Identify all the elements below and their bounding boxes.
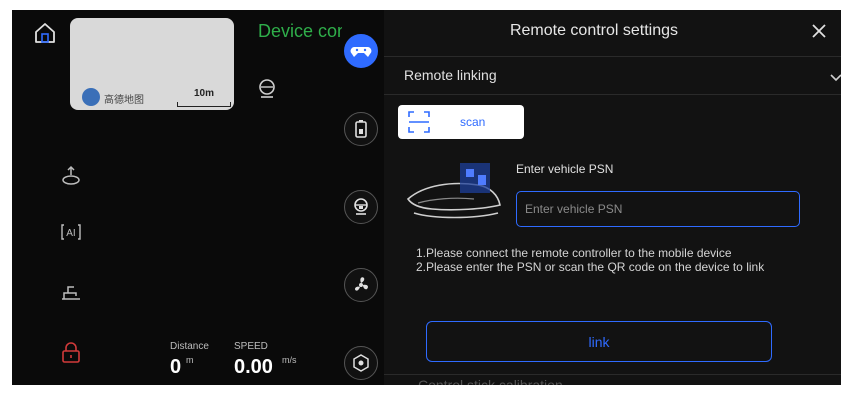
battery-button[interactable] xyxy=(344,112,378,146)
link-button[interactable]: link xyxy=(426,321,772,362)
sensor-button[interactable] xyxy=(344,346,378,380)
faucet-icon[interactable] xyxy=(60,281,82,303)
home-icon[interactable] xyxy=(34,22,56,44)
map-provider-label: 高德地图 xyxy=(104,95,144,106)
psn-label: Enter vehicle PSN xyxy=(516,162,614,176)
speed-value: 0.00 xyxy=(234,356,273,378)
divider xyxy=(384,56,841,57)
psn-input[interactable] xyxy=(516,191,800,227)
speed-label: SPEED xyxy=(234,341,268,352)
remote-settings-panel: Remote control settings Remote linking s… xyxy=(384,10,841,385)
vehicle-image xyxy=(404,155,504,227)
distance-unit: m xyxy=(186,355,194,365)
camera-view-icon[interactable] xyxy=(256,78,278,100)
fan-icon xyxy=(355,277,368,291)
distance-label: Distance xyxy=(170,341,209,352)
settings-title: Remote control settings xyxy=(509,22,679,39)
scan-button[interactable]: scan xyxy=(398,105,524,139)
tool-column xyxy=(342,10,384,385)
scan-icon xyxy=(408,111,430,133)
scan-label: scan xyxy=(460,115,486,129)
distance-value: 0 xyxy=(170,356,182,378)
lock-icon[interactable] xyxy=(60,342,82,364)
camera-icon xyxy=(354,198,368,215)
svg-text:AI: AI xyxy=(66,228,75,239)
remote-linking-section[interactable]: Remote linking xyxy=(404,67,497,83)
chevron-down-icon[interactable] xyxy=(830,70,841,82)
divider xyxy=(384,374,841,375)
app-screen: 高德地图 10m Device control AI xyxy=(12,10,841,385)
camera-button[interactable] xyxy=(344,190,378,224)
close-icon[interactable] xyxy=(808,20,830,42)
fan-button[interactable] xyxy=(344,268,378,302)
device-panel: 高德地图 10m Device control AI xyxy=(12,10,342,385)
instructions: 1.Please connect the remote controller t… xyxy=(416,246,764,274)
lift-icon[interactable] xyxy=(60,165,82,187)
sensor-icon xyxy=(353,354,369,372)
instruction-line: 1.Please connect the remote controller t… xyxy=(416,246,732,260)
divider xyxy=(384,94,841,95)
battery-icon xyxy=(355,120,367,138)
speed-unit: m/s xyxy=(282,355,297,365)
gamepad-button[interactable] xyxy=(344,34,378,68)
ai-icon[interactable]: AI xyxy=(60,221,82,243)
map-logo-icon xyxy=(82,88,100,106)
page-title: Device control xyxy=(258,21,342,41)
map-scale-label: 10m xyxy=(193,88,214,99)
calibration-section[interactable]: Control stick calibration xyxy=(418,377,563,385)
gamepad-icon xyxy=(350,46,372,57)
instruction-line: 2.Please enter the PSN or scan the QR co… xyxy=(416,260,765,274)
map-scale-bar xyxy=(177,102,231,107)
map-thumbnail[interactable]: 高德地图 10m xyxy=(70,18,234,110)
